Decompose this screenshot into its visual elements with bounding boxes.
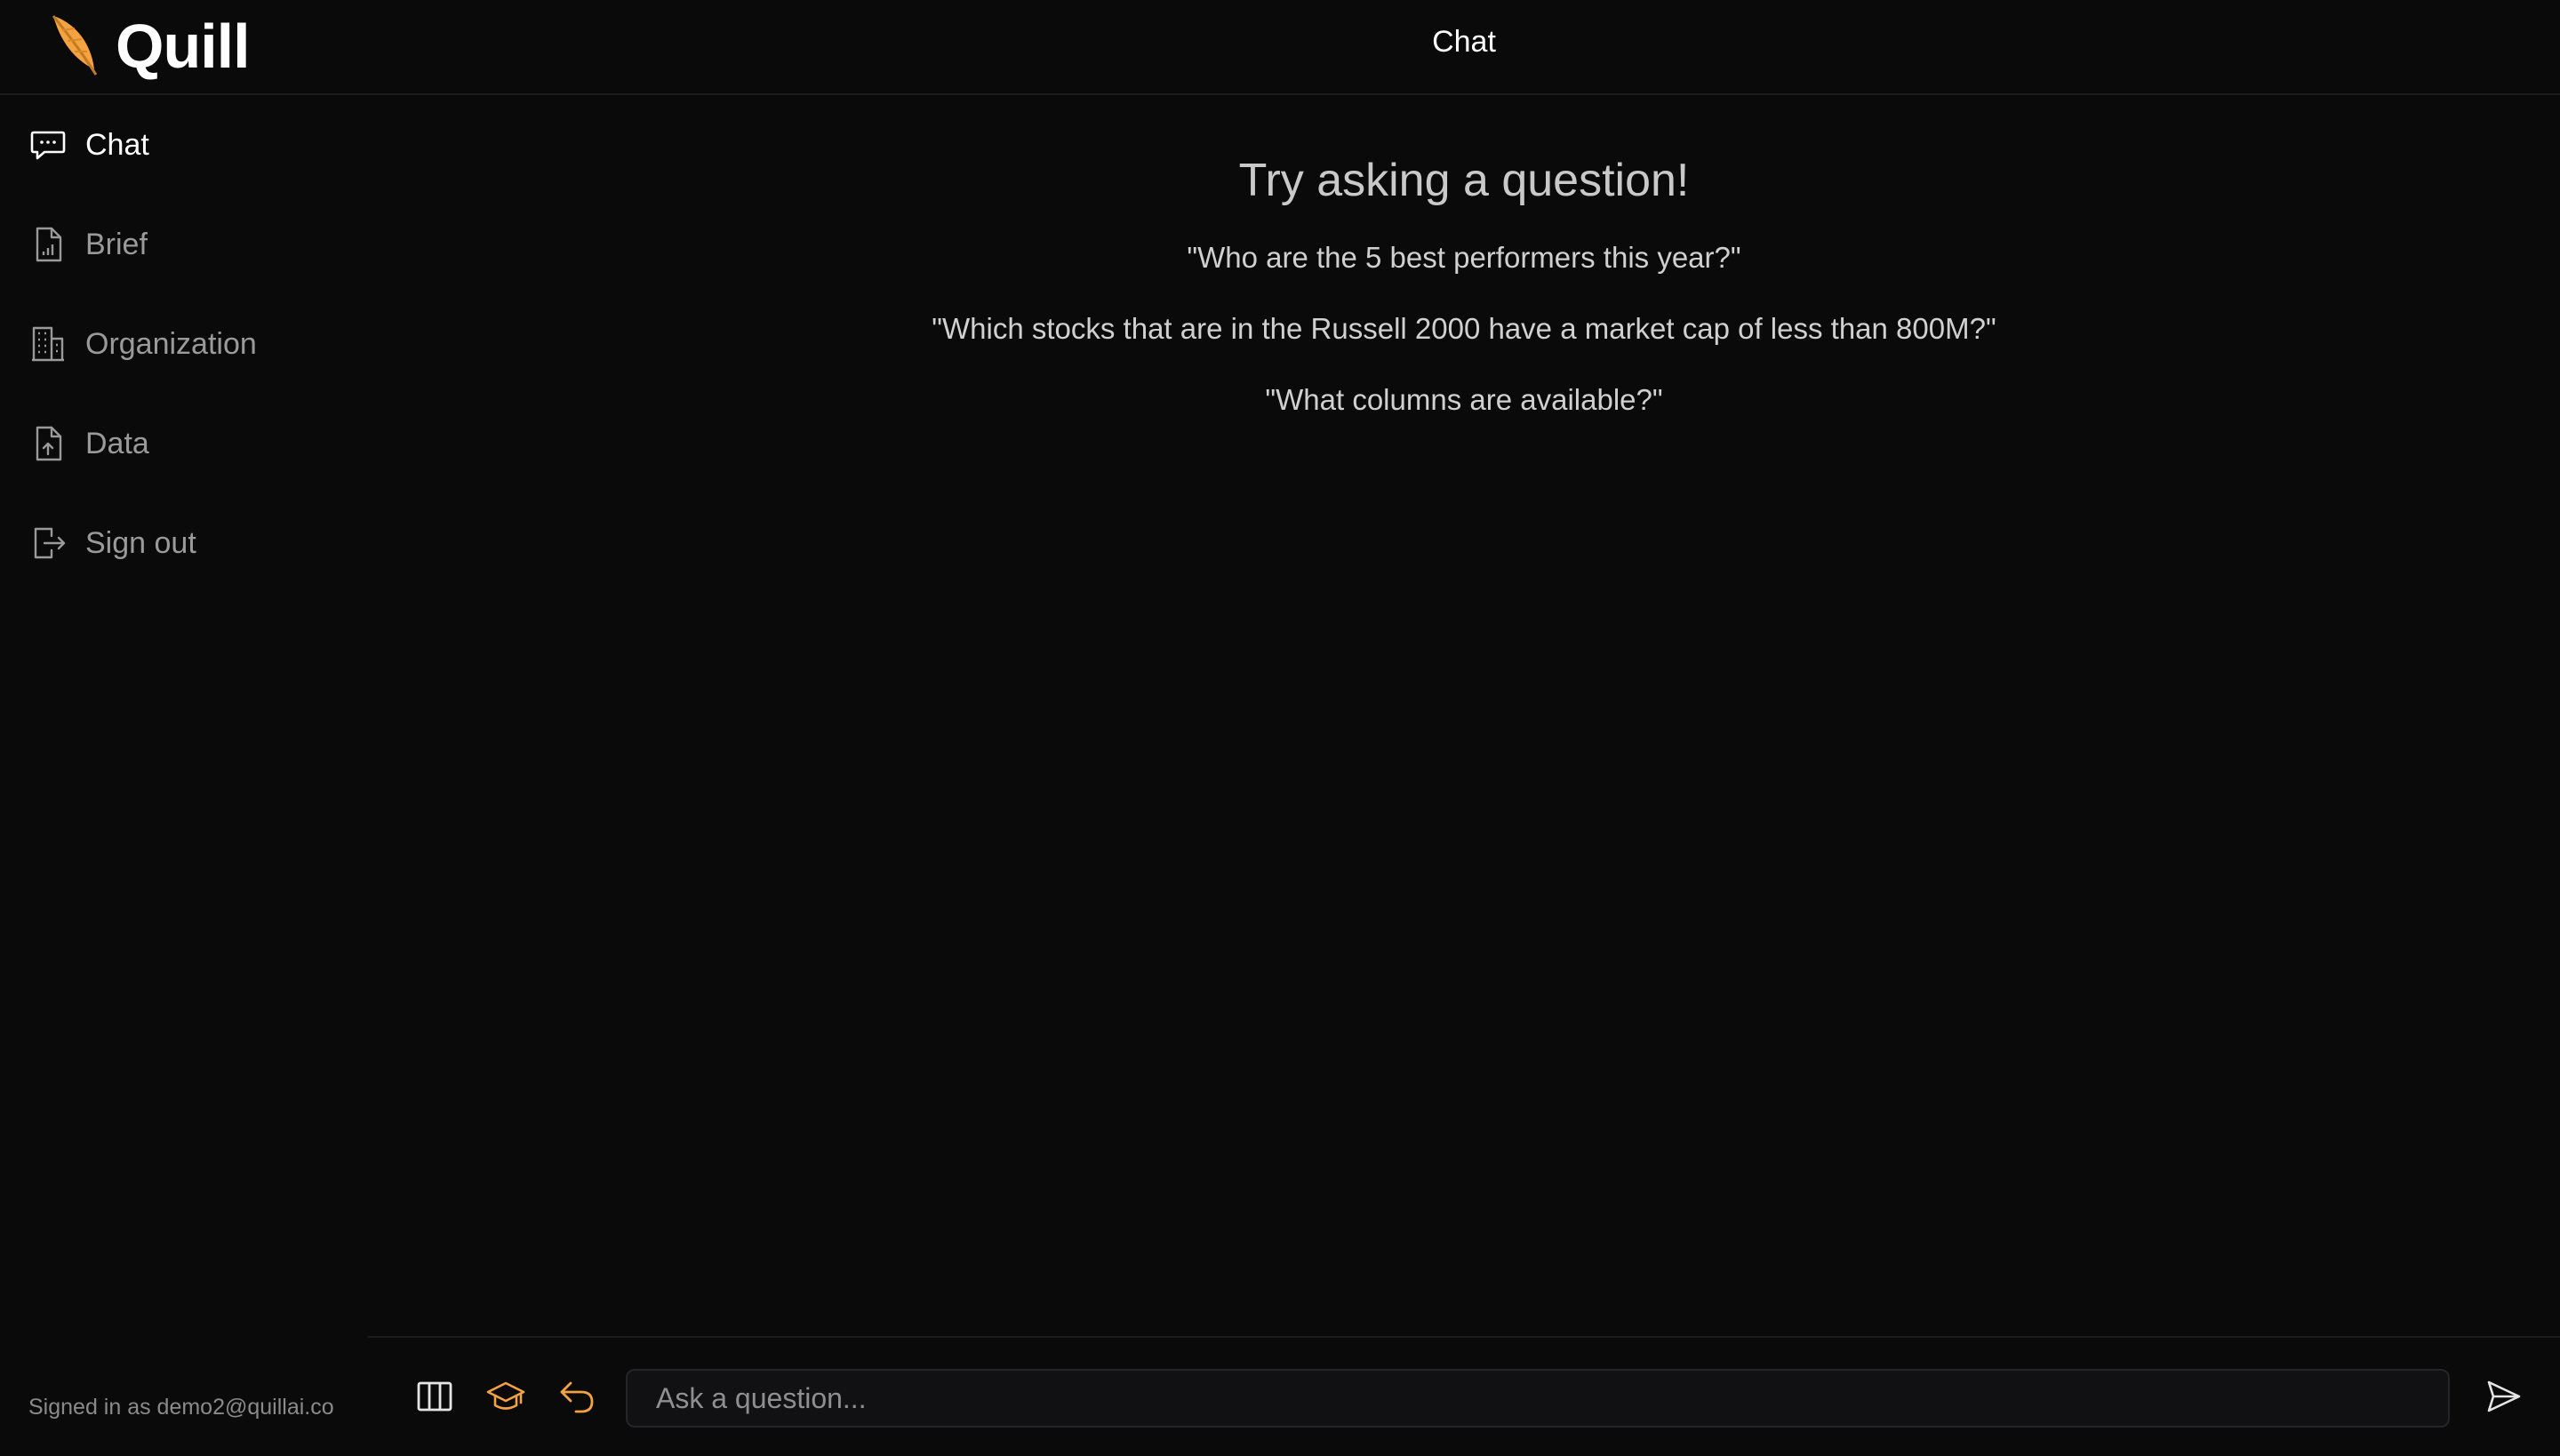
undo-button[interactable]: [556, 1378, 597, 1419]
send-icon: [2485, 1378, 2523, 1420]
send-button[interactable]: [2484, 1378, 2524, 1419]
sidebar-item-data[interactable]: Data: [28, 417, 348, 470]
suggestion-item[interactable]: "Which stocks that are in the Russell 20…: [368, 312, 2560, 346]
logo[interactable]: Quill: [44, 11, 251, 82]
building-icon: [28, 324, 68, 364]
document-chart-icon: [28, 225, 68, 264]
sidebar-item-organization[interactable]: Organization: [28, 317, 348, 371]
top-bar: Quill Chat: [0, 0, 2560, 95]
signed-in-text: Signed in as demo2@quillai.co: [28, 1395, 334, 1420]
sign-out-icon: [28, 524, 68, 563]
document-upload-icon: [28, 424, 68, 463]
columns-button[interactable]: [414, 1378, 455, 1419]
chat-bubble-icon: [28, 125, 68, 164]
sidebar-item-label: Sign out: [85, 525, 196, 560]
sidebar-item-label: Data: [85, 426, 149, 460]
page-title: Chat: [1432, 25, 1496, 59]
sidebar: Chat Brief Organization Data Sign out Si…: [0, 95, 368, 1456]
chat-input[interactable]: [626, 1369, 2450, 1428]
sidebar-item-label: Organization: [85, 326, 257, 361]
feather-icon: [44, 12, 100, 81]
sidebar-item-label: Brief: [85, 227, 148, 261]
sidebar-item-sign-out[interactable]: Sign out: [28, 516, 348, 570]
composer-bar: [368, 1336, 2560, 1456]
chat-area: Try asking a question! "Who are the 5 be…: [368, 95, 2560, 1336]
suggestion-item[interactable]: "Who are the 5 best performers this year…: [368, 241, 2560, 275]
suggestion-item[interactable]: "What columns are available?": [368, 383, 2560, 417]
sidebar-item-brief[interactable]: Brief: [28, 218, 348, 271]
graduation-cap-icon: [485, 1376, 526, 1421]
sidebar-item-chat[interactable]: Chat: [28, 118, 348, 172]
sidebar-item-label: Chat: [85, 127, 149, 162]
logo-text: Quill: [116, 12, 251, 81]
columns-icon: [414, 1376, 455, 1421]
learn-button[interactable]: [485, 1378, 526, 1419]
undo-arrow-icon: [556, 1376, 597, 1421]
prompt-heading: Try asking a question!: [1238, 155, 1690, 206]
app-window: Quill Chat Chat Brief Organization Data …: [0, 0, 2560, 1456]
